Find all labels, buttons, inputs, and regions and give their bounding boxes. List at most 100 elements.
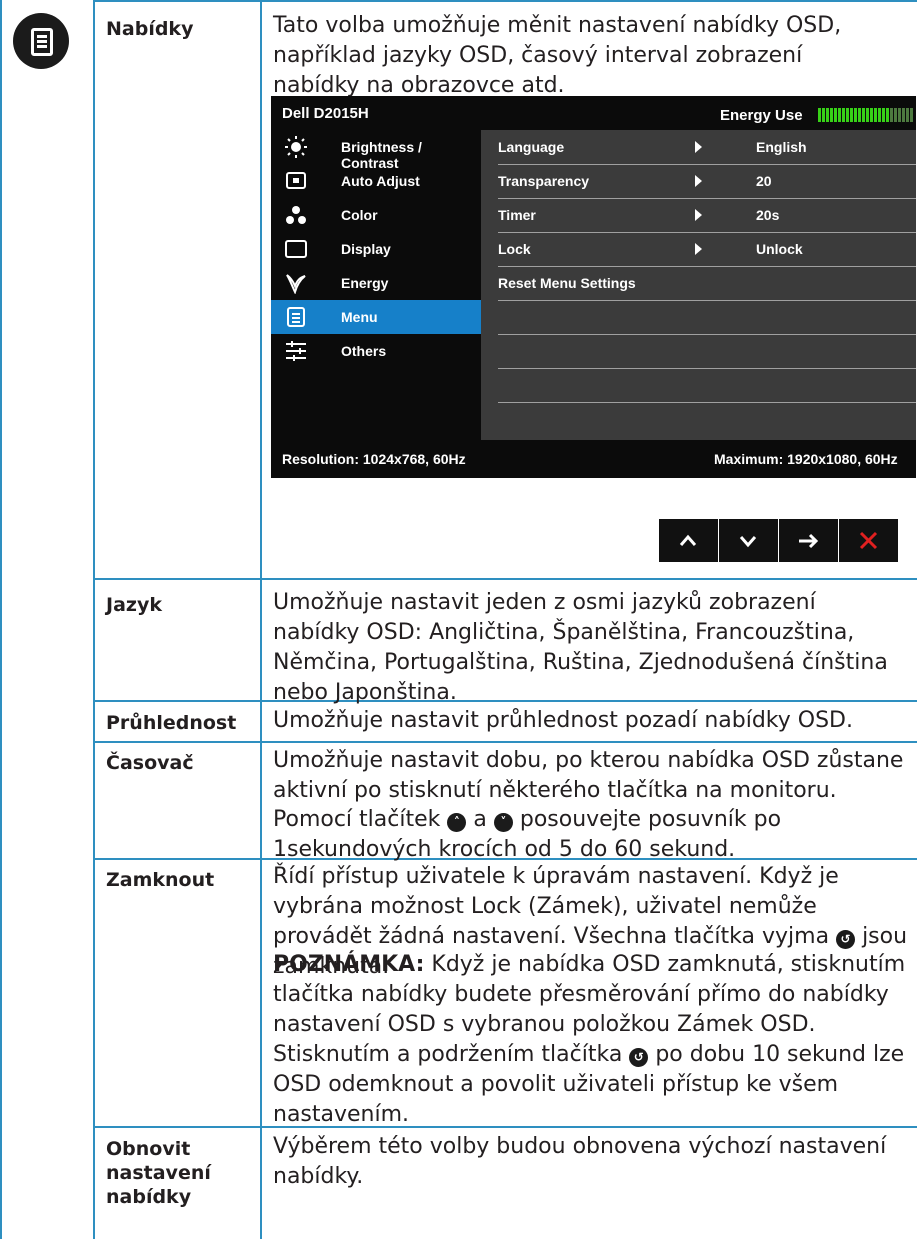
others-icon <box>286 341 306 361</box>
energy-segment <box>866 108 869 122</box>
row-text-menu: Tato volba umožňuje měnit nastavení nabí… <box>273 13 842 98</box>
osd-menu-label: Menu <box>341 309 378 325</box>
display-icon <box>285 240 307 258</box>
energy-icon <box>286 274 306 294</box>
row-text-timer-steps: Pomocí tlačítek ˄ a ˅ posouvejte posuvní… <box>273 807 782 862</box>
up-button[interactable] <box>659 519 718 562</box>
osd-menu-label: Auto Adjust <box>341 173 420 189</box>
energy-segment <box>850 108 853 122</box>
column-divider-2 <box>260 0 262 1239</box>
up-button-icon: ˄ <box>447 813 467 832</box>
osd-setting-value: Unlock <box>756 241 803 257</box>
energy-segment <box>822 108 825 122</box>
row-divider-1 <box>93 578 917 580</box>
frame-top-line <box>93 0 917 2</box>
energy-segment <box>886 108 889 122</box>
note-label: POZNÁMKA: <box>273 952 425 977</box>
energy-segment <box>830 108 833 122</box>
osd-menu-item-color[interactable]: Color <box>271 198 481 232</box>
energy-segment <box>894 108 897 122</box>
row-divider-3 <box>93 741 917 743</box>
brightness-icon <box>285 136 307 158</box>
back-button-icon: ↺ <box>629 1048 649 1067</box>
osd-footer: Resolution: 1024x768, 60Hz Maximum: 1920… <box>271 440 916 478</box>
row-label-menu: Nabídky <box>106 18 194 40</box>
energy-segment <box>842 108 845 122</box>
osd-setting-key: Language <box>498 139 565 155</box>
energy-segment <box>846 108 849 122</box>
energy-segment <box>862 108 865 122</box>
arrow-right-icon <box>695 141 702 153</box>
osd-empty-row <box>498 300 916 335</box>
energy-segment <box>834 108 837 122</box>
enter-button[interactable] <box>779 519 838 562</box>
osd-setting-key: Lock <box>498 241 531 257</box>
energy-segment <box>898 108 901 122</box>
menu-section-icon <box>13 13 69 69</box>
osd-empty-row <box>498 368 916 403</box>
osd-menu-item-others[interactable]: Others <box>271 334 481 368</box>
energy-segment <box>818 108 821 122</box>
osd-screenshot: Dell D2015H Energy Use Brightness / Cont… <box>271 96 916 478</box>
osd-setting-value: English <box>756 139 807 155</box>
osd-empty-row <box>498 334 916 369</box>
osd-resolution: Resolution: 1024x768, 60Hz <box>282 451 466 467</box>
energy-segment <box>838 108 841 122</box>
row-text-language: Umožňuje nastavit jeden z osmi jazyků zo… <box>273 590 888 705</box>
osd-submenu: Language English Transparency 20 Timer 2… <box>481 130 916 440</box>
energy-segment <box>826 108 829 122</box>
osd-setting-transparency[interactable]: Transparency 20 <box>498 164 916 199</box>
osd-maximum-resolution: Maximum: 1920x1080, 60Hz <box>714 451 898 467</box>
osd-setting-key: Transparency <box>498 173 590 189</box>
energy-segment <box>858 108 861 122</box>
osd-setting-lock[interactable]: Lock Unlock <box>498 232 916 267</box>
osd-setting-key: Timer <box>498 207 536 223</box>
chevron-down-icon <box>739 536 757 548</box>
osd-empty-row <box>498 402 916 436</box>
osd-menu-label: Color <box>341 207 378 223</box>
row-label-reset-menu: Obnovit nastavení nabídky <box>106 1138 211 1208</box>
osd-menu-label: Display <box>341 241 391 257</box>
row-label-lock: Zamknout <box>106 869 215 891</box>
row-label-timer: Časovač <box>106 752 194 774</box>
row-text-transparency: Umožňuje nastavit průhlednost pozadí nab… <box>273 708 853 733</box>
frame-left-line <box>0 0 2 1239</box>
menu-icon <box>287 307 305 327</box>
osd-setting-reset-menu[interactable]: Reset Menu Settings <box>498 266 916 301</box>
exit-button[interactable] <box>839 519 898 562</box>
color-icon <box>286 206 306 224</box>
auto-adjust-icon <box>286 172 306 189</box>
osd-setting-key: Reset Menu Settings <box>498 275 636 291</box>
osd-setting-timer[interactable]: Timer 20s <box>498 198 916 233</box>
osd-header: Dell D2015H Energy Use <box>271 96 916 130</box>
row-note-lock: POZNÁMKA: Když je nabídka OSD zamknutá, … <box>273 952 906 1127</box>
down-button[interactable] <box>719 519 778 562</box>
osd-menu-item-menu[interactable]: Menu <box>271 300 481 334</box>
arrow-right-icon <box>695 175 702 187</box>
energy-segment <box>854 108 857 122</box>
arrow-right-icon <box>695 209 702 221</box>
osd-menu-item-auto-adjust[interactable]: Auto Adjust <box>271 164 481 198</box>
osd-menu-item-display[interactable]: Display <box>271 232 481 266</box>
energy-segment <box>870 108 873 122</box>
energy-segment <box>882 108 885 122</box>
close-icon <box>859 531 878 550</box>
energy-segment <box>910 108 913 122</box>
osd-menu-item-energy[interactable]: Energy <box>271 266 481 300</box>
osd-menu-item-brightness[interactable]: Brightness / Contrast <box>271 130 481 171</box>
row-text-timer: Umožňuje nastavit dobu, po kterou nabídk… <box>273 748 904 803</box>
osd-energy-label: Energy Use <box>720 107 803 124</box>
energy-use-meter <box>818 108 913 122</box>
energy-segment <box>902 108 905 122</box>
energy-segment <box>878 108 881 122</box>
column-divider-1 <box>93 0 95 1239</box>
osd-setting-language[interactable]: Language English <box>498 130 916 165</box>
osd-setting-value: 20 <box>756 173 772 189</box>
row-label-transparency: Průhlednost <box>106 712 237 734</box>
energy-segment <box>874 108 877 122</box>
osd-menu-label: Others <box>341 343 387 359</box>
row-label-language: Jazyk <box>106 594 162 616</box>
osd-main-menu: Brightness / Contrast Auto Adjust Color … <box>271 130 481 440</box>
back-button-icon: ↺ <box>836 930 856 949</box>
osd-model-name: Dell D2015H <box>282 105 369 122</box>
